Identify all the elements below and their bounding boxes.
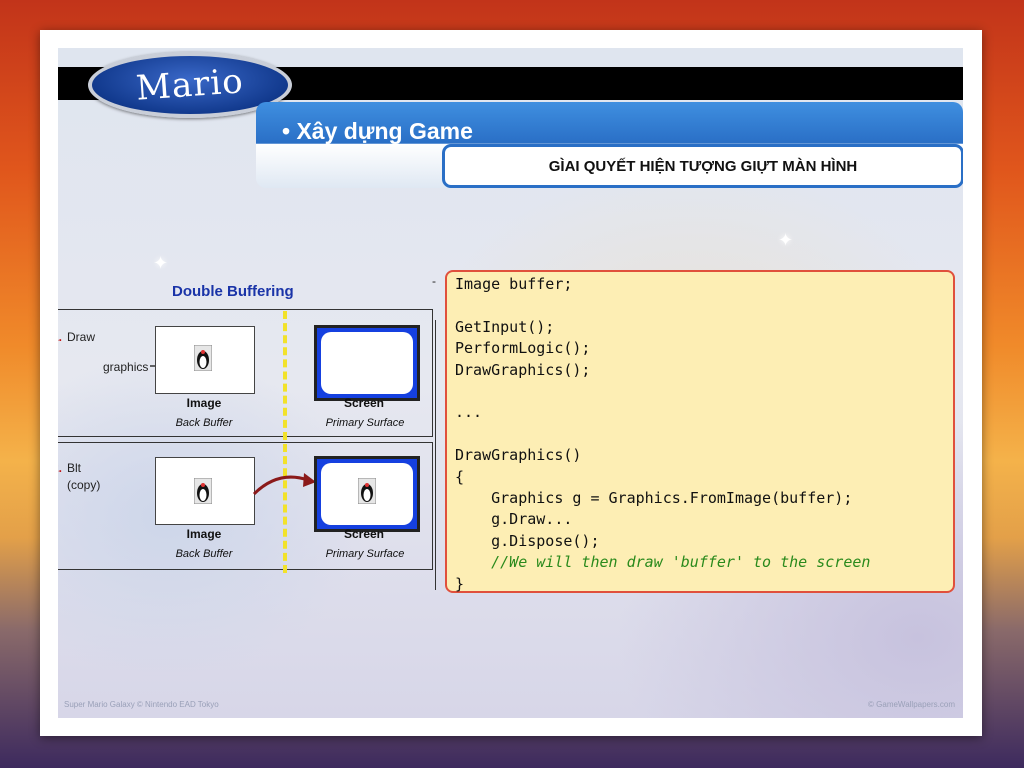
back-buffer-subcaption: Back Buffer bbox=[175, 417, 233, 429]
copy-arrow-icon bbox=[252, 473, 316, 496]
back-buffer-caption: Image bbox=[186, 527, 222, 541]
code-line: Image buffer; bbox=[455, 275, 573, 293]
screen-box bbox=[314, 456, 420, 532]
back-buffer-subcaption: Back Buffer bbox=[175, 548, 233, 560]
step-number: 2. bbox=[58, 461, 63, 475]
code-line: Graphics g = Graphics.FromImage(buffer); bbox=[455, 489, 853, 508]
penguin-icon bbox=[358, 478, 376, 504]
screen-caption: Screen bbox=[343, 396, 385, 410]
code-block: Image buffer; GetInput(); PerformLogic();… bbox=[445, 270, 955, 593]
screen-surface bbox=[321, 332, 413, 394]
code-line: //We will then draw 'buffer' to the scre… bbox=[455, 553, 871, 572]
sparkle-icon: ✦ bbox=[153, 253, 169, 273]
screen-box bbox=[314, 325, 420, 401]
logo-text: Mario bbox=[134, 61, 246, 109]
step-number: 1. bbox=[58, 330, 63, 344]
penguin-icon bbox=[194, 345, 212, 371]
footer: Super Mario Galaxy © Nintendo EAD Tokyo … bbox=[58, 698, 963, 718]
screen-caption: Screen bbox=[343, 527, 385, 541]
slide-canvas: ✦ ✦ ✦ ✦ Mario • Xây dựng Game GÌAI QUYẾT… bbox=[58, 48, 963, 718]
divider-line bbox=[435, 320, 436, 590]
code-line: GetInput(); bbox=[455, 317, 555, 336]
code-line: g.Draw... bbox=[455, 510, 573, 529]
code-line: PerformLogic(); bbox=[455, 339, 591, 358]
step-label: Draw bbox=[67, 330, 96, 344]
diagram-title: Double Buffering bbox=[172, 283, 294, 300]
screen-subcaption: Primary Surface bbox=[325, 417, 405, 429]
divider-dashed-line bbox=[283, 311, 287, 573]
screen-surface bbox=[321, 463, 413, 525]
step-label: Blt bbox=[67, 461, 82, 475]
header-banner: • Xây dựng Game GÌAI QUYẾT HIỆN TƯỢNG GI… bbox=[256, 102, 963, 188]
back-buffer-box bbox=[155, 457, 255, 525]
code-line: DrawGraphics(); bbox=[455, 360, 591, 379]
sparkle-icon: ✦ bbox=[778, 230, 794, 250]
code-line: { bbox=[455, 467, 465, 486]
back-buffer-caption: Image bbox=[186, 396, 222, 410]
code-line: ... bbox=[455, 403, 483, 422]
pointer-label: graphics bbox=[103, 360, 149, 374]
slide-frame: ✦ ✦ ✦ ✦ Mario • Xây dựng Game GÌAI QUYẾT… bbox=[40, 30, 982, 736]
slide-title: • Xây dựng Game bbox=[282, 118, 473, 144]
back-buffer-box bbox=[155, 326, 255, 394]
code-line: DrawGraphics() bbox=[455, 446, 582, 465]
footer-left-credit: Super Mario Galaxy © Nintendo EAD Tokyo bbox=[64, 700, 219, 709]
bullet-marker: - bbox=[432, 274, 436, 288]
footer-right-credit: © GameWallpapers.com bbox=[868, 700, 955, 709]
code-line: g.Dispose(); bbox=[455, 531, 600, 550]
step-label-copy: (copy) bbox=[67, 478, 101, 492]
screen-subcaption: Primary Surface bbox=[325, 548, 405, 560]
penguin-icon bbox=[194, 478, 212, 504]
slide-subtitle: GÌAI QUYẾT HIỆN TƯỢNG GIỰT MÀN HÌNH bbox=[442, 144, 963, 188]
code-line: } bbox=[455, 574, 465, 593]
